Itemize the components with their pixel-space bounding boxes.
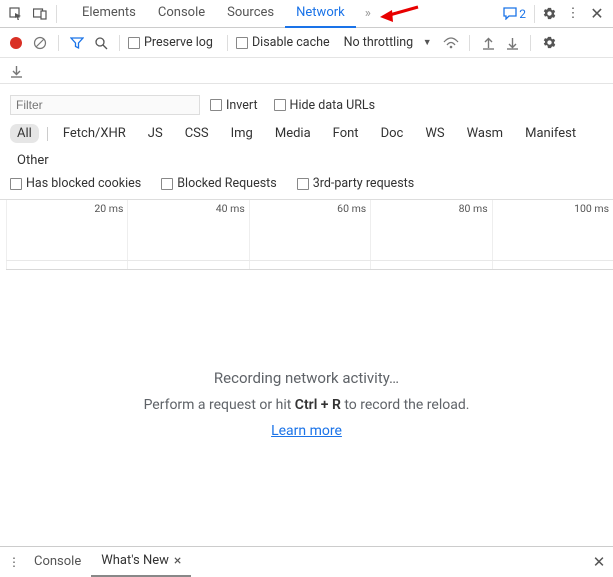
separator: [119, 35, 120, 51]
drawer-tab-whatsnew[interactable]: What's New ×: [91, 547, 191, 577]
timeline-track: [6, 260, 613, 261]
type-other[interactable]: Other: [10, 151, 56, 170]
type-manifest[interactable]: Manifest: [518, 124, 583, 143]
extra-filters: Has blocked cookies Blocked Requests 3rd…: [0, 172, 613, 200]
third-party-checkbox[interactable]: 3rd-party requests: [297, 176, 414, 191]
timeline-tick: 100 ms: [574, 202, 609, 215]
blocked-requests-checkbox[interactable]: Blocked Requests: [161, 176, 276, 191]
separator: [534, 5, 535, 23]
filter-row: Invert Hide data URLs: [0, 90, 613, 120]
type-img[interactable]: Img: [224, 124, 260, 143]
blocked-requests-label: Blocked Requests: [177, 176, 276, 191]
tab-console[interactable]: Console: [147, 0, 216, 28]
devtools-tabbar: Elements Console Sources Network » 2 ⋮ ✕: [0, 0, 613, 28]
dropdown-icon[interactable]: ▼: [417, 33, 437, 53]
drawer-tab-console[interactable]: Console: [24, 548, 91, 575]
filter-icon[interactable]: [67, 33, 87, 53]
search-icon[interactable]: [91, 33, 111, 53]
type-all[interactable]: All: [10, 124, 39, 143]
record-button[interactable]: [6, 33, 26, 53]
drawer: ⋮ Console What's New × ✕: [0, 546, 613, 576]
settings-icon[interactable]: [539, 4, 559, 24]
timeline-tick: 20 ms: [94, 202, 123, 215]
close-tab-icon[interactable]: ×: [174, 553, 181, 569]
separator: [469, 35, 470, 51]
drawer-kebab-icon[interactable]: ⋮: [4, 552, 24, 572]
separator: [530, 35, 531, 51]
network-toolbar: Preserve log Disable cache No throttling…: [0, 28, 613, 58]
type-wasm[interactable]: Wasm: [460, 124, 511, 143]
preserve-log-label: Preserve log: [144, 35, 213, 50]
throttling-select[interactable]: No throttling: [344, 35, 414, 50]
type-media[interactable]: Media: [268, 124, 318, 143]
type-font[interactable]: Font: [326, 124, 366, 143]
panel-tabs: Elements Console Sources Network: [71, 0, 356, 28]
tab-sources[interactable]: Sources: [216, 0, 285, 28]
empty-state: Recording network activity… Perform a re…: [0, 270, 613, 538]
empty-title: Recording network activity…: [214, 369, 399, 387]
more-tabs-icon[interactable]: »: [358, 4, 378, 24]
download-icon[interactable]: [6, 61, 26, 81]
inspect-icon[interactable]: [6, 4, 26, 24]
separator: [227, 35, 228, 51]
feedback-badge[interactable]: 2: [503, 7, 526, 21]
invert-label: Invert: [226, 98, 258, 113]
timeline-overview[interactable]: 20 ms 40 ms 60 ms 80 ms 100 ms: [6, 200, 613, 270]
hide-data-urls-checkbox[interactable]: Hide data URLs: [274, 98, 376, 113]
close-drawer-icon[interactable]: ✕: [589, 552, 609, 572]
tab-elements[interactable]: Elements: [71, 0, 147, 28]
type-ws[interactable]: WS: [418, 124, 451, 143]
tab-network[interactable]: Network: [285, 0, 356, 28]
type-css[interactable]: CSS: [178, 124, 216, 143]
timeline-tick: 40 ms: [216, 202, 245, 215]
import-har-icon[interactable]: [478, 33, 498, 53]
network-toolbar-2: [0, 58, 613, 84]
separator: [56, 5, 57, 23]
timeline-tick: 60 ms: [337, 202, 366, 215]
blocked-cookies-label: Has blocked cookies: [26, 176, 141, 191]
separator: [47, 127, 48, 141]
disable-cache-checkbox[interactable]: Disable cache: [236, 35, 330, 50]
filter-input[interactable]: [10, 95, 200, 115]
third-party-label: 3rd-party requests: [313, 176, 414, 191]
kebab-menu-icon[interactable]: ⋮: [563, 4, 583, 24]
invert-checkbox[interactable]: Invert: [210, 98, 258, 113]
empty-subtitle: Perform a request or hit Ctrl + R to rec…: [144, 397, 470, 413]
network-conditions-icon[interactable]: [441, 33, 461, 53]
drawer-tab-label: What's New: [101, 553, 169, 568]
close-devtools-icon[interactable]: ✕: [587, 4, 607, 24]
type-doc[interactable]: Doc: [374, 124, 411, 143]
shortcut-text: Ctrl + R: [295, 397, 341, 413]
separator: [58, 35, 59, 51]
blocked-cookies-checkbox[interactable]: Has blocked cookies: [10, 176, 141, 191]
type-js[interactable]: JS: [141, 124, 170, 143]
hide-data-urls-label: Hide data URLs: [290, 98, 376, 113]
preserve-log-checkbox[interactable]: Preserve log: [128, 35, 213, 50]
disable-cache-label: Disable cache: [252, 35, 330, 50]
learn-more-link[interactable]: Learn more: [271, 423, 342, 439]
device-toggle-icon[interactable]: [30, 4, 50, 24]
type-fetch[interactable]: Fetch/XHR: [56, 124, 133, 143]
feedback-count: 2: [519, 7, 526, 21]
clear-icon[interactable]: [30, 33, 50, 53]
settings-gear-icon[interactable]: [539, 33, 559, 53]
timeline-tick: 80 ms: [459, 202, 488, 215]
export-har-icon[interactable]: [502, 33, 522, 53]
resource-type-filters: All Fetch/XHR JS CSS Img Media Font Doc …: [0, 120, 613, 172]
